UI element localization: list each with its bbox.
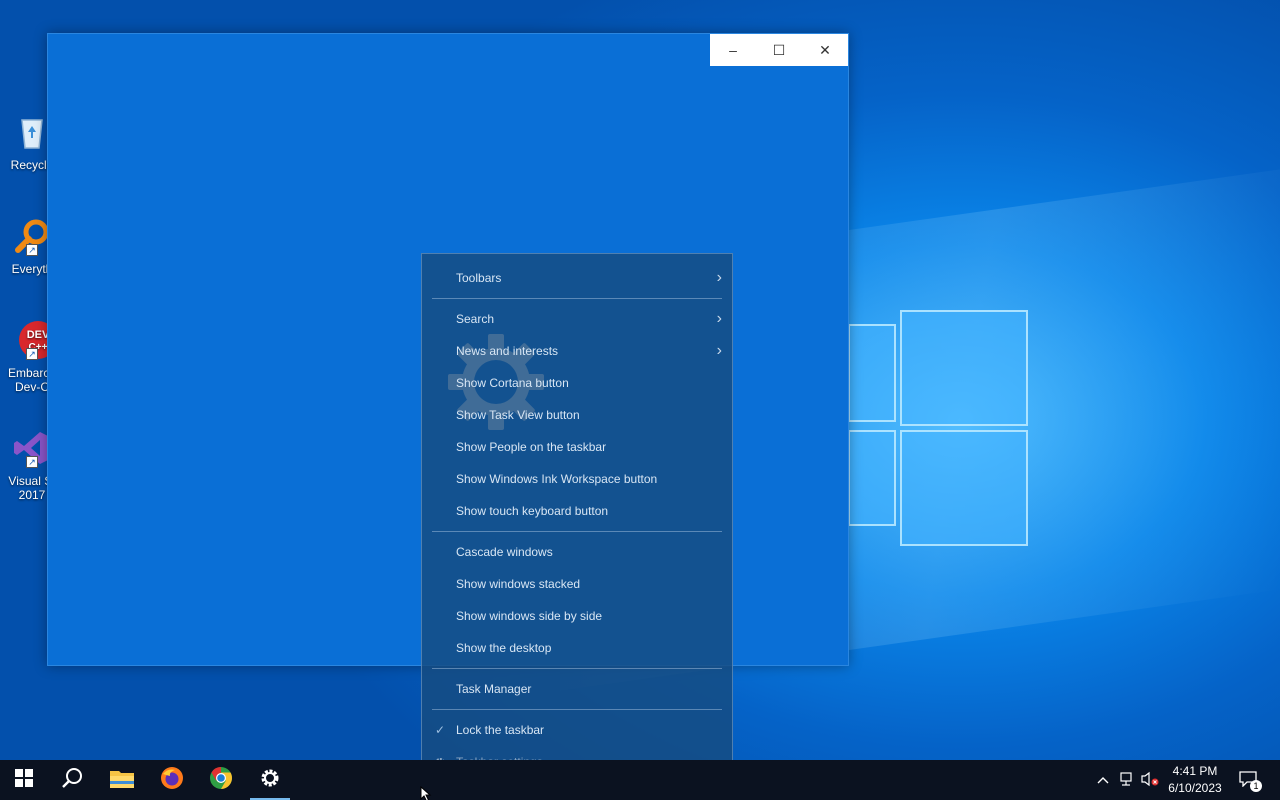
taskbar-chrome[interactable]: [197, 760, 245, 800]
taskbar-file-explorer[interactable]: [98, 760, 146, 800]
menu-separator: [432, 531, 722, 532]
menu-item-news-and-interests[interactable]: News and interests ›: [422, 335, 732, 367]
taskbar-context-menu: Toolbars › Search › News and interests ›…: [421, 253, 733, 786]
menu-separator: [432, 298, 722, 299]
chevron-up-icon: [1097, 773, 1109, 787]
menu-item-windows-side-by-side[interactable]: Show windows side by side: [422, 600, 732, 632]
chevron-right-icon: ›: [716, 310, 722, 327]
menu-item-lock-taskbar[interactable]: ✓ Lock the taskbar: [422, 714, 732, 746]
start-icon: [15, 768, 33, 792]
close-button[interactable]: ✕: [802, 34, 848, 66]
chevron-right-icon: ›: [716, 269, 722, 286]
network-icon: [1119, 771, 1135, 790]
recycle-bin-icon: [12, 112, 52, 152]
shortcut-arrow-icon: ↗: [26, 244, 38, 256]
menu-separator: [432, 668, 722, 669]
shortcut-arrow-icon: ↗: [26, 456, 38, 468]
chevron-right-icon: ›: [716, 342, 722, 359]
menu-item-toolbars[interactable]: Toolbars ›: [422, 262, 732, 294]
taskbar-settings-app[interactable]: [246, 760, 294, 800]
firefox-icon: [160, 766, 184, 795]
chrome-icon: [209, 766, 233, 795]
menu-separator: [432, 709, 722, 710]
network-status[interactable]: [1116, 760, 1138, 800]
minimize-button[interactable]: –: [710, 34, 756, 66]
close-icon: ✕: [819, 41, 831, 58]
mouse-cursor-icon: [420, 786, 432, 800]
clock-time: 4:41 PM: [1172, 764, 1218, 778]
settings-icon: [259, 767, 281, 794]
system-clock[interactable]: 4:41 PM 6/10/2023: [1158, 763, 1232, 797]
maximize-button[interactable]: ☐: [756, 34, 802, 66]
menu-item-cascade-windows[interactable]: Cascade windows: [422, 536, 732, 568]
start-button[interactable]: [0, 760, 48, 800]
file-explorer-icon: [110, 768, 134, 793]
taskbar: 4:41 PM 6/10/2023 1: [0, 760, 1280, 800]
minimize-icon: –: [729, 42, 737, 58]
devcpp-icon: DEV C++ ↗: [12, 320, 57, 360]
menu-item-show-people[interactable]: Show People on the taskbar: [422, 431, 732, 463]
windows-logo-wallpaper: [840, 306, 1030, 550]
notification-count-badge: 1: [1250, 780, 1262, 792]
search-icon: [61, 767, 83, 794]
checkmark-icon: ✓: [434, 723, 446, 737]
clock-date: 6/10/2023: [1168, 781, 1222, 795]
menu-item-show-task-view[interactable]: Show Task View button: [422, 399, 732, 431]
menu-item-show-ink-workspace[interactable]: Show Windows Ink Workspace button: [422, 463, 732, 495]
volume-muted-icon: [1141, 771, 1159, 790]
search-button[interactable]: [48, 760, 96, 800]
everything-search-icon: ↗: [12, 216, 52, 256]
menu-item-show-desktop[interactable]: Show the desktop: [422, 632, 732, 664]
taskbar-firefox[interactable]: [148, 760, 196, 800]
maximize-icon: ☐: [772, 41, 786, 58]
show-hidden-icons-button[interactable]: [1092, 760, 1114, 800]
menu-item-windows-stacked[interactable]: Show windows stacked: [422, 568, 732, 600]
menu-item-task-manager[interactable]: Task Manager: [422, 673, 732, 705]
menu-item-search[interactable]: Search ›: [422, 303, 732, 335]
shortcut-arrow-icon: ↗: [26, 348, 38, 360]
window-caption-buttons: – ☐ ✕: [710, 34, 848, 66]
menu-item-show-cortana[interactable]: Show Cortana button: [422, 367, 732, 399]
menu-item-show-touch-keyboard[interactable]: Show touch keyboard button: [422, 495, 732, 527]
visual-studio-icon: ↗: [12, 428, 52, 468]
